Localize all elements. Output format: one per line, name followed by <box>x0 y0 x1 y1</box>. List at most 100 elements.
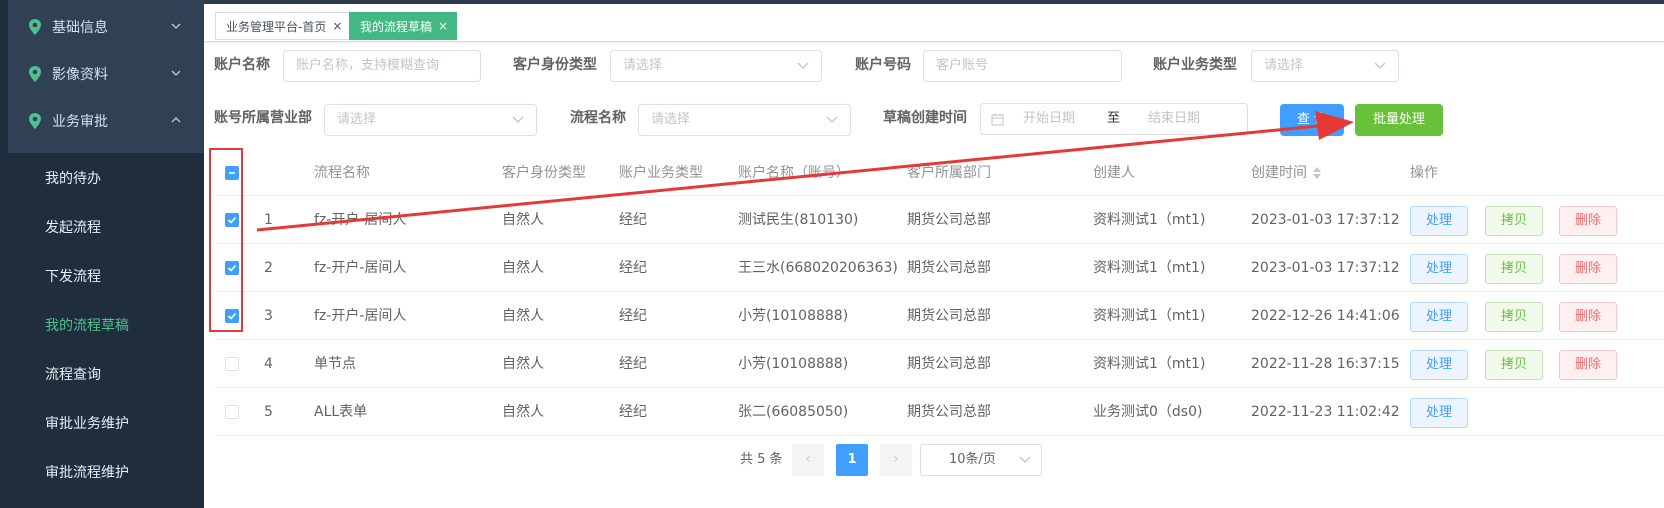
page-size-value: 10条/页 <box>949 452 996 467</box>
biz-type-label: 账户业务类型 <box>1153 57 1237 73</box>
row-checkbox[interactable] <box>225 405 239 419</box>
range-separator: 至 <box>1107 111 1121 126</box>
delete-button[interactable]: 删除 <box>1559 206 1617 236</box>
sidebar-item-flow-query[interactable]: 流程查询 <box>8 349 204 399</box>
cell-dept: 期货公司总部 <box>907 356 991 372</box>
sidebar-item-my-todo[interactable]: 我的待办 <box>8 153 204 203</box>
select-placeholder: 请选择 <box>623 58 663 73</box>
location-pin-icon <box>29 19 41 35</box>
sidebar-item-label: 发起流程 <box>45 220 101 236</box>
handle-button[interactable]: 处理 <box>1410 398 1468 428</box>
th-create-time[interactable]: 创建时间 <box>1251 150 1321 196</box>
tag-label: 业务管理平台-首页 <box>226 19 327 34</box>
row-index: 1 <box>264 212 273 228</box>
cell-biz-type: 经纪 <box>619 308 647 324</box>
tags-view: 业务管理平台-首页 × 我的流程草稿 × <box>204 4 1664 42</box>
table-row: 5 ALL表单 自然人 经纪 张二(66085050) 期货公司总部 业务测试0… <box>214 388 1664 436</box>
end-date-input[interactable]: 结束日期 <box>1148 104 1200 134</box>
batch-process-button[interactable]: 批量处理 <box>1355 104 1443 136</box>
table-header: 流程名称 客户身份类型 账户业务类型 账户名称（账号） 客户所属部门 创建人 创… <box>214 150 1664 196</box>
cell-cust-type: 自然人 <box>502 212 544 228</box>
copy-button[interactable]: 拷贝 <box>1485 302 1543 332</box>
query-button[interactable]: 查 询 <box>1280 104 1344 136</box>
cell-create-time: 2022-11-28 16:37:15 <box>1251 356 1400 372</box>
handle-button[interactable]: 处理 <box>1410 206 1468 236</box>
sidebar-item-my-drafts[interactable]: 我的流程草稿 <box>8 300 204 350</box>
th-actions: 操作 <box>1410 165 1438 181</box>
sidebar-item-approval-biz-maint[interactable]: 审批业务维护 <box>8 398 204 448</box>
start-date-input[interactable]: 开始日期 <box>1023 104 1075 134</box>
tag-my-drafts[interactable]: 我的流程草稿 × <box>349 12 458 40</box>
cust-type-label: 客户身份类型 <box>513 57 597 73</box>
row-checkbox[interactable] <box>225 357 239 371</box>
account-no-input[interactable]: 客户账号 <box>923 50 1122 82</box>
th-account: 账户名称（账号） <box>738 165 850 181</box>
chevron-down-icon <box>512 116 524 123</box>
cell-biz-type: 经纪 <box>619 356 647 372</box>
table-row: 1 fz-开户-居间人 自然人 经纪 测试民生(810130) 期货公司总部 资… <box>214 196 1664 244</box>
cell-create-time: 2022-12-26 14:41:06 <box>1251 308 1400 324</box>
cell-dept: 期货公司总部 <box>907 260 991 276</box>
sidebar-item-approval-flow-maint[interactable]: 审批流程维护 <box>8 447 204 497</box>
handle-button[interactable]: 处理 <box>1410 254 1468 284</box>
handle-button[interactable]: 处理 <box>1410 350 1468 380</box>
handle-button[interactable]: 处理 <box>1410 302 1468 332</box>
account-name-input[interactable]: 账户名称，支持模糊查询 <box>283 50 481 82</box>
cell-biz-type: 经纪 <box>619 404 647 420</box>
submenu-business-approval: 我的待办 发起流程 下发流程 我的流程草稿 流程查询 审批业务维护 审批流程维护 <box>8 153 204 508</box>
table-row: 4 单节点 自然人 经纪 小芳(10108888) 期货公司总部 资料测试1（m… <box>214 340 1664 388</box>
th-dept: 客户所属部门 <box>907 165 991 181</box>
row-index: 4 <box>264 356 273 372</box>
cell-creator: 业务测试0（ds0) <box>1093 404 1203 420</box>
menu-image-data[interactable]: 影像资料 <box>8 49 204 99</box>
menu-label: 影像资料 <box>52 67 108 83</box>
copy-button[interactable]: 拷贝 <box>1485 206 1543 236</box>
th-biz-type: 账户业务类型 <box>619 165 703 181</box>
cell-dept: 期货公司总部 <box>907 404 991 420</box>
menu-business-approval[interactable]: 业务审批 <box>8 96 204 146</box>
sidebar-item-start-flow[interactable]: 发起流程 <box>8 202 204 252</box>
sidebar-item-label: 流程查询 <box>45 367 101 383</box>
cell-flow-name: fz-开户-居间人 <box>314 212 407 228</box>
delete-button[interactable]: 删除 <box>1559 350 1617 380</box>
annotation-highlight-box <box>209 148 243 332</box>
dept-select[interactable]: 请选择 <box>324 104 537 136</box>
chevron-down-icon <box>797 62 809 69</box>
close-icon[interactable]: × <box>332 19 342 33</box>
cell-cust-type: 自然人 <box>502 308 544 324</box>
sort-icon[interactable] <box>1313 167 1321 179</box>
cust-type-select[interactable]: 请选择 <box>610 50 822 82</box>
delete-button[interactable]: 删除 <box>1559 302 1617 332</box>
page-size-select[interactable]: 10条/页 <box>920 444 1042 476</box>
cell-dept: 期货公司总部 <box>907 308 991 324</box>
page-number-1[interactable]: 1 <box>836 444 868 476</box>
create-time-label: 草稿创建时间 <box>883 110 967 126</box>
create-time-range[interactable]: 开始日期 至 结束日期 <box>980 103 1248 135</box>
sidebar-item-label: 我的流程草稿 <box>45 318 129 334</box>
cell-create-time: 2022-11-23 11:02:42 <box>1251 404 1400 420</box>
chevron-down-icon <box>171 70 181 76</box>
copy-button[interactable]: 拷贝 <box>1485 350 1543 380</box>
cell-creator: 资料测试1（mt1) <box>1093 308 1206 324</box>
menu-basic-info[interactable]: 基础信息 <box>8 2 204 52</box>
prev-page-button[interactable]: ‹ <box>792 444 824 476</box>
sidebar-item-issue-flow[interactable]: 下发流程 <box>8 251 204 301</box>
biz-type-select[interactable]: 请选择 <box>1251 50 1399 82</box>
menu-label: 业务审批 <box>52 114 108 130</box>
calendar-icon <box>991 113 1004 126</box>
tag-home[interactable]: 业务管理平台-首页 × <box>215 12 352 40</box>
chevron-down-icon <box>826 116 838 123</box>
cell-account: 小芳(10108888) <box>738 356 849 372</box>
cell-biz-type: 经纪 <box>619 212 647 228</box>
location-pin-icon <box>29 113 41 129</box>
copy-button[interactable]: 拷贝 <box>1485 254 1543 284</box>
flow-name-select[interactable]: 请选择 <box>638 104 851 136</box>
close-icon[interactable]: × <box>438 19 448 33</box>
delete-button[interactable]: 删除 <box>1559 254 1617 284</box>
sidebar-item-label: 我的待办 <box>45 171 101 187</box>
cell-biz-type: 经纪 <box>619 260 647 276</box>
next-page-button[interactable]: › <box>880 444 912 476</box>
sidebar-item-label: 审批业务维护 <box>45 416 129 432</box>
table-row: 2 fz-开户-居间人 自然人 经纪 王三水(668020206363) 期货公… <box>214 244 1664 292</box>
row-index: 5 <box>264 404 273 420</box>
